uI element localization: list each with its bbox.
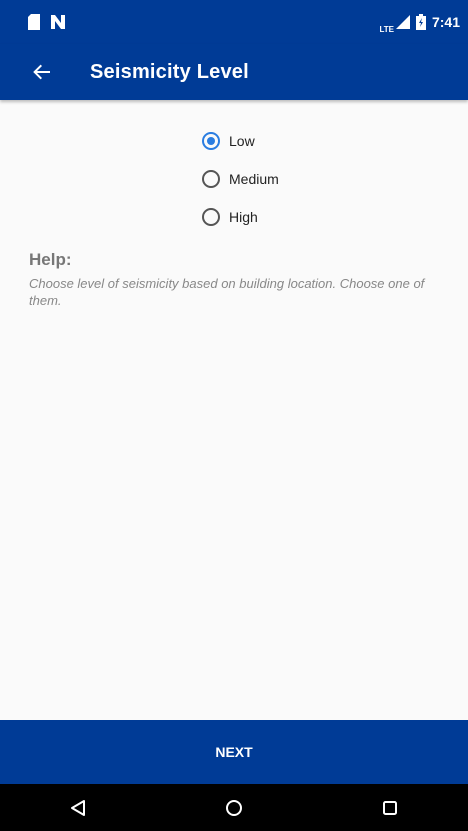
- signal-icon: [395, 15, 410, 29]
- nfc-icon: [51, 15, 65, 29]
- seismicity-radio-group: Low Medium High: [202, 122, 279, 236]
- next-label: NEXT: [215, 744, 253, 760]
- back-button[interactable]: [14, 44, 70, 100]
- system-nav-bar: [0, 784, 468, 831]
- radio-medium-indicator[interactable]: [202, 170, 220, 188]
- radio-option-medium[interactable]: Medium: [202, 160, 279, 198]
- status-left-icons: [28, 14, 66, 30]
- battery-icon: [415, 14, 426, 30]
- nav-back-button[interactable]: [48, 784, 108, 831]
- radio-high-label[interactable]: High: [229, 209, 258, 225]
- recents-square-icon: [383, 800, 397, 815]
- radio-low-indicator[interactable]: [202, 132, 220, 150]
- lte-label: LTE: [379, 24, 394, 34]
- status-bar: LTE 7:41: [0, 0, 468, 44]
- radio-low-label[interactable]: Low: [229, 133, 255, 149]
- app-bar: Seismicity Level: [0, 44, 468, 100]
- help-text: Choose level of seismicity based on buil…: [29, 276, 425, 308]
- nav-home-button[interactable]: [204, 784, 264, 831]
- help-title: Help:: [29, 250, 72, 269]
- status-right-icons: LTE 7:41: [379, 11, 460, 34]
- status-time: 7:41: [431, 14, 460, 30]
- nav-recents-button[interactable]: [360, 784, 420, 831]
- radio-medium-label[interactable]: Medium: [229, 171, 279, 187]
- next-button[interactable]: NEXT: [0, 720, 468, 784]
- arrow-left-icon: [33, 64, 50, 80]
- radio-option-high[interactable]: High: [202, 198, 279, 236]
- radio-option-low[interactable]: Low: [202, 122, 279, 160]
- sd-card-icon: [28, 14, 40, 30]
- home-circle-icon: [226, 799, 242, 816]
- back-triangle-icon: [71, 799, 85, 816]
- radio-high-indicator[interactable]: [202, 208, 220, 226]
- page-title: Seismicity Level: [90, 60, 249, 83]
